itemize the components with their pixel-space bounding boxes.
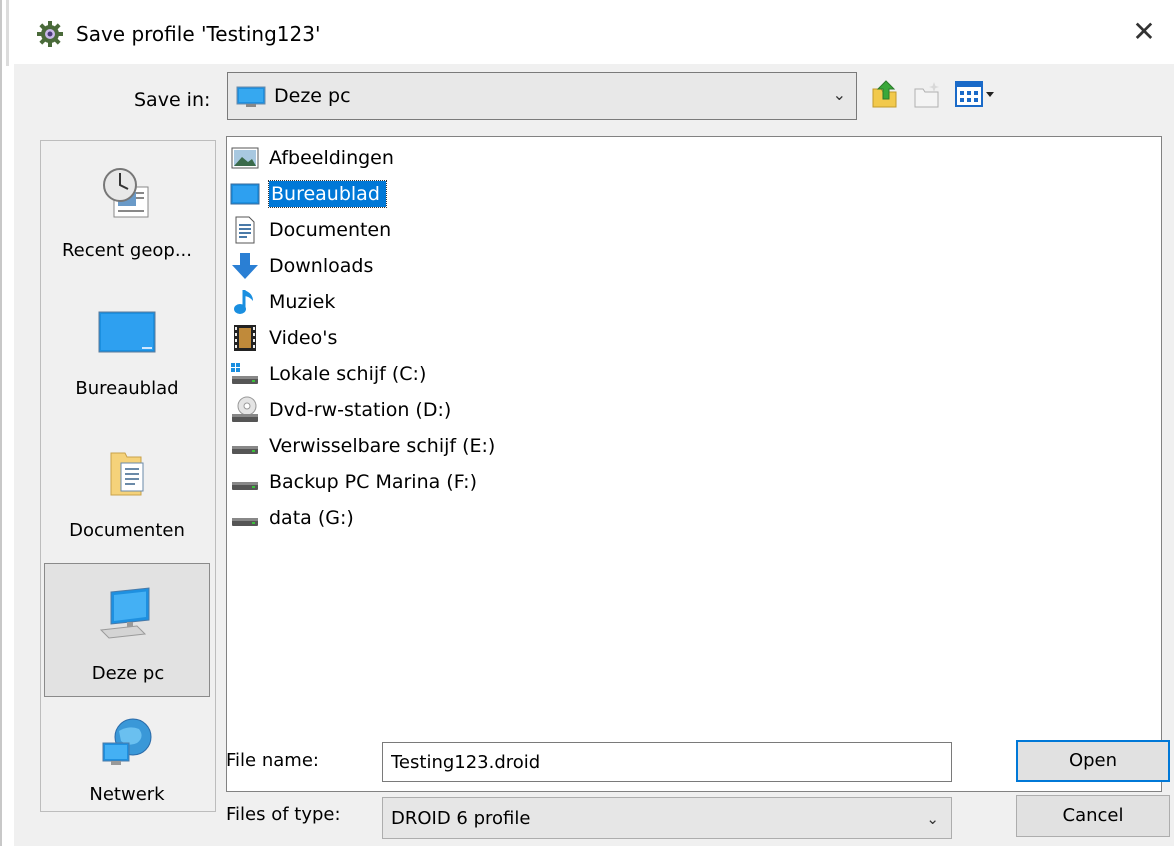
dvd-drive-icon — [229, 394, 261, 426]
file-name: Documenten — [269, 219, 392, 241]
computer-icon — [236, 86, 266, 112]
file-name-label: File name: — [226, 750, 319, 771]
close-button[interactable]: ✕ — [1126, 14, 1162, 50]
list-item[interactable]: Lokale schijf (C:) — [229, 357, 432, 391]
save-in-value: Deze pc — [274, 85, 351, 107]
download-arrow-icon — [229, 250, 261, 282]
save-in-label: Save in: — [134, 89, 211, 111]
window-edge-accent — [6, 0, 9, 66]
place-label: Recent geop... — [61, 240, 193, 261]
list-item[interactable]: Downloads — [229, 249, 379, 283]
file-name: Backup PC Marina (F:) — [269, 471, 477, 493]
music-note-icon — [229, 286, 261, 318]
list-item[interactable]: Verwisselbare schijf (E:) — [229, 429, 501, 463]
file-name: Video's — [269, 327, 338, 349]
open-button[interactable]: Open — [1016, 740, 1170, 782]
new-folder-button[interactable] — [912, 79, 942, 109]
chevron-down-icon: ⌄ — [926, 810, 939, 828]
place-documents[interactable]: Documenten — [45, 423, 209, 553]
place-label: Netwerk — [89, 784, 165, 805]
drive-icon — [229, 466, 261, 498]
file-name: Lokale schijf (C:) — [269, 363, 427, 385]
file-name-input[interactable] — [382, 742, 952, 782]
cancel-button[interactable]: Cancel — [1016, 795, 1170, 837]
list-item[interactable]: Video's — [229, 321, 343, 355]
pictures-icon — [229, 142, 261, 174]
chevron-down-icon: ⌄ — [832, 85, 846, 104]
file-name: Bureaublad — [268, 180, 387, 208]
up-one-level-button[interactable] — [870, 79, 900, 109]
window-edge — [0, 0, 2, 846]
gear-icon — [36, 20, 64, 48]
computer-icon — [97, 586, 157, 648]
documents-folder-icon — [105, 445, 149, 505]
list-item[interactable]: Backup PC Marina (F:) — [229, 465, 483, 499]
list-item[interactable]: data (G:) — [229, 501, 360, 535]
place-label: Deze pc — [91, 663, 165, 684]
title-bar: Save profile 'Testing123' ✕ — [14, 0, 1174, 64]
file-list: Afbeeldingen Bureaublad Documenten Downl… — [226, 136, 1162, 792]
close-icon: ✕ — [1132, 15, 1156, 48]
place-label: Documenten — [69, 520, 185, 541]
list-item[interactable]: Dvd-rw-station (D:) — [229, 393, 457, 427]
file-name: Downloads — [269, 255, 374, 277]
file-name: Verwisselbare schijf (E:) — [269, 435, 496, 457]
file-name: Muziek — [269, 291, 336, 313]
document-icon — [229, 214, 261, 246]
list-item[interactable]: Bureaublad — [229, 177, 387, 211]
save-dialog: Save in: Deze pc ⌄ Recent geop... Bureau… — [14, 64, 1174, 846]
file-type-value: DROID 6 profile — [391, 808, 531, 829]
new-folder-icon — [914, 82, 939, 108]
drive-icon — [229, 502, 261, 534]
file-type-combo[interactable]: DROID 6 profile ⌄ — [382, 797, 952, 839]
film-icon — [229, 322, 261, 354]
desktop-icon — [98, 303, 156, 359]
drive-icon — [229, 430, 261, 462]
file-name: Dvd-rw-station (D:) — [269, 399, 452, 421]
list-item[interactable]: Muziek — [229, 285, 341, 319]
folder-up-icon — [872, 80, 897, 108]
place-network[interactable]: Netwerk — [45, 703, 209, 811]
place-recent[interactable]: Recent geop... — [45, 143, 209, 273]
network-icon — [99, 717, 155, 773]
desktop-icon — [229, 178, 261, 210]
file-type-label: Files of type: — [226, 804, 341, 825]
view-menu-button[interactable] — [954, 79, 1002, 109]
place-desktop[interactable]: Bureaublad — [45, 281, 209, 411]
save-in-combo[interactable]: Deze pc ⌄ — [227, 72, 857, 120]
file-name: data (G:) — [269, 507, 354, 529]
list-item[interactable]: Documenten — [229, 213, 397, 247]
place-label: Bureaublad — [75, 378, 179, 399]
window-title: Save profile 'Testing123' — [76, 22, 321, 46]
file-name: Afbeeldingen — [269, 147, 394, 169]
places-sidebar: Recent geop... Bureaublad Documenten Dez… — [40, 140, 216, 812]
windows-drive-icon — [229, 358, 261, 390]
view-list-icon — [955, 81, 994, 107]
list-item[interactable]: Afbeeldingen — [229, 141, 400, 175]
recent-icon — [100, 165, 154, 227]
place-this-pc[interactable]: Deze pc — [44, 563, 210, 697]
